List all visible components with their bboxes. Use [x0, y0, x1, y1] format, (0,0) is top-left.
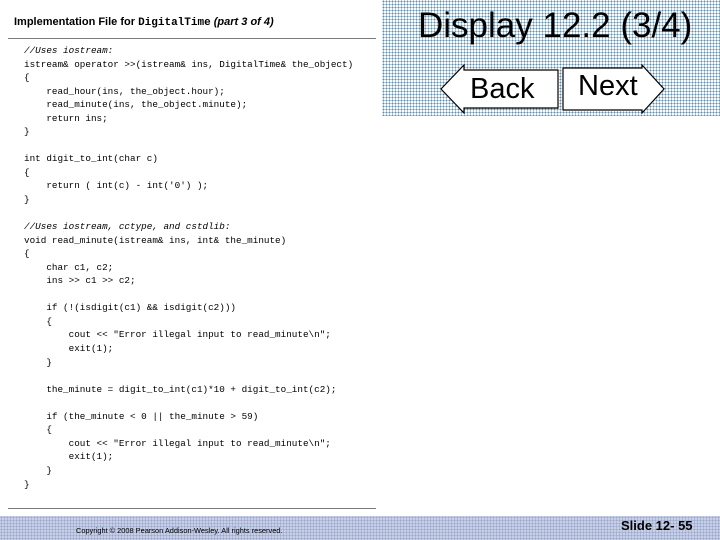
code-line: {: [24, 166, 30, 178]
bottom-divider: [8, 508, 376, 509]
slide-title: Display 12.2 (3/4): [418, 6, 693, 45]
code-line: return ins;: [24, 112, 108, 124]
back-button-label: Back: [470, 73, 535, 105]
code-line: if (!(isdigit(c1) && isdigit(c2))): [24, 302, 237, 314]
code-line: {: [24, 72, 30, 84]
slide-number: Slide 12- 55: [621, 518, 693, 533]
copyright-notice: Copyright © 2008 Pearson Addison-Wesley.…: [76, 526, 283, 535]
code-line: }: [24, 356, 52, 368]
back-button[interactable]: Back: [440, 64, 560, 114]
panel-title-prefix: Implementation File for: [14, 16, 139, 28]
code-line: void read_minute(istream& ins, int& the_…: [24, 234, 287, 246]
next-button[interactable]: Next: [562, 64, 666, 114]
code-line: ins >> c1 >> c2;: [24, 275, 136, 287]
code-line: the_minute = digit_to_int(c1)*10 + digit…: [24, 383, 337, 395]
code-line: read_hour(ins, the_object.hour);: [24, 85, 225, 97]
code-line: //Uses iostream:: [24, 45, 114, 56]
code-listing-panel: Implementation File for DigitalTime (par…: [8, 8, 378, 512]
code-listing: //Uses iostream: istream& operator >>(ist…: [24, 44, 353, 491]
code-line: }: [24, 194, 30, 206]
code-line: {: [24, 248, 30, 260]
code-line: cout << "Error illegal input to read_min…: [24, 437, 331, 449]
code-line: }: [24, 464, 52, 476]
code-line: if (the_minute < 0 || the_minute > 59): [24, 410, 259, 422]
code-line: {: [24, 424, 52, 436]
next-button-label: Next: [578, 70, 638, 102]
code-line: exit(1);: [24, 451, 114, 463]
code-line: int digit_to_int(char c): [24, 153, 158, 165]
panel-title-part: (part 3 of 4): [213, 16, 274, 28]
code-line: return ( int(c) - int('0') );: [24, 180, 209, 192]
code-line: //Uses iostream, cctype, and cstdlib:: [24, 221, 231, 233]
code-line: }: [24, 478, 30, 490]
code-line: istream& operator >>(istream& ins, Digit…: [24, 58, 354, 70]
title-divider: [8, 38, 376, 39]
code-line: }: [24, 126, 30, 138]
code-panel-title: Implementation File for DigitalTime (par…: [14, 16, 274, 29]
code-line: cout << "Error illegal input to read_min…: [24, 329, 331, 341]
code-line: {: [24, 315, 52, 327]
code-line: char c1, c2;: [24, 261, 114, 273]
code-line: read_minute(ins, the_object.minute);: [24, 99, 248, 111]
code-line: exit(1);: [24, 343, 114, 355]
panel-title-class: DigitalTime: [138, 17, 211, 29]
